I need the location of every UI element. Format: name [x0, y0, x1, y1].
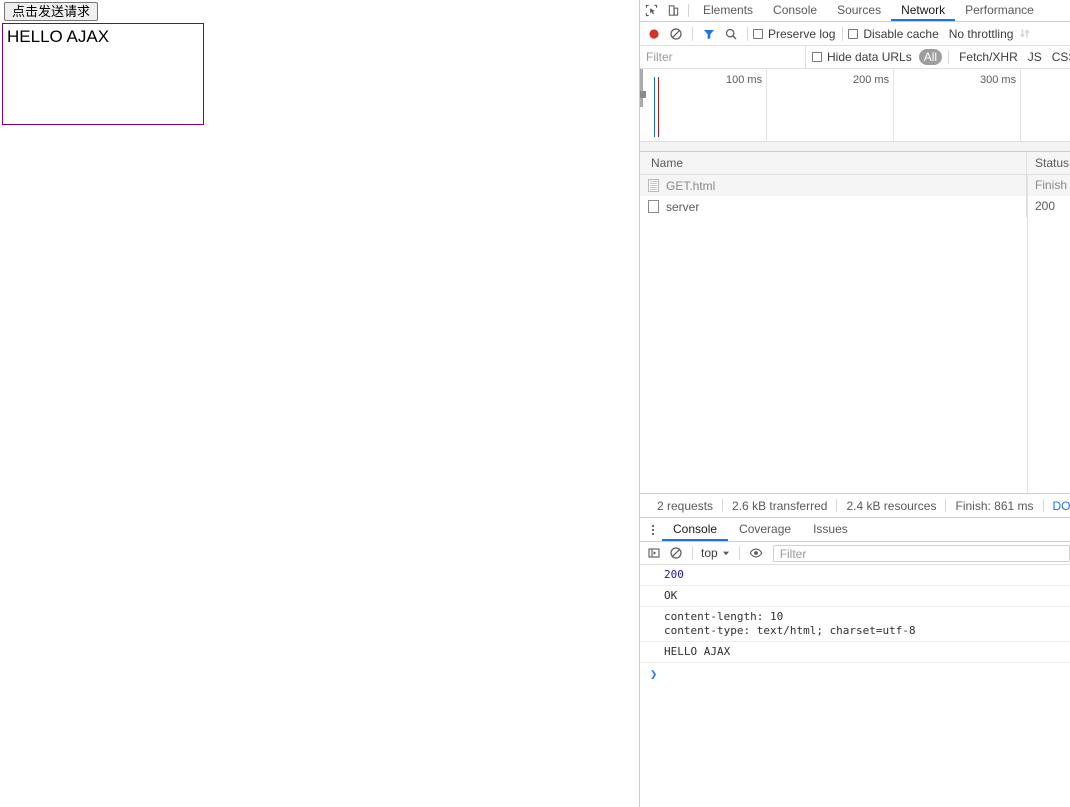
- network-conditions-icon[interactable]: [1013, 23, 1035, 45]
- disable-cache-box: [848, 28, 859, 39]
- filter-chip-js[interactable]: JS: [1023, 50, 1047, 64]
- filter-chip-css[interactable]: CSS: [1047, 50, 1070, 64]
- finish-time: Finish: 861 ms: [955, 498, 1034, 513]
- drawer-tab-coverage[interactable]: Coverage: [728, 518, 802, 541]
- clear-console-icon[interactable]: [665, 542, 687, 564]
- hide-data-urls-box[interactable]: [812, 52, 822, 62]
- tab-network[interactable]: Network: [891, 0, 956, 21]
- filter-chip-all[interactable]: All: [918, 49, 943, 65]
- tab-sources[interactable]: Sources: [827, 0, 891, 21]
- requests-table-header: Name Status: [640, 152, 1070, 175]
- request-status-cell: Finish: [1035, 178, 1068, 192]
- web-page: 点击发送请求 HELLO AJAX: [0, 0, 639, 807]
- request-status-cell: 200: [1035, 199, 1056, 213]
- console-output: 200 OK content-length: 10 content-type: …: [640, 565, 1070, 685]
- devtools-panel: Elements Console Sources Network Perform…: [639, 0, 1070, 807]
- drawer-tabstrip: Console Coverage Issues: [640, 518, 1070, 542]
- console-message: OK: [640, 586, 1070, 607]
- record-button[interactable]: [643, 23, 665, 45]
- screen: 点击发送请求 HELLO AJAX Elements Console Sourc…: [0, 0, 1070, 807]
- more-options-icon[interactable]: [644, 518, 662, 541]
- execution-context-select[interactable]: top: [698, 546, 734, 560]
- tab-elements[interactable]: Elements: [693, 0, 763, 21]
- blank-document-icon: [648, 200, 659, 213]
- request-name-text: GET.html: [666, 178, 716, 193]
- search-icon[interactable]: [720, 23, 742, 45]
- console-message: content-length: 10 content-type: text/ht…: [640, 607, 1070, 642]
- requests-count: 2 requests: [657, 498, 714, 513]
- network-toolbar: Preserve log Disable cache No throttling: [640, 22, 1070, 46]
- devtools-drawer: Console Coverage Issues top Filter 200 O…: [640, 518, 1070, 685]
- transferred-size: 2.6 kB transferred: [732, 498, 828, 513]
- eye-icon[interactable]: [745, 542, 767, 564]
- disable-cache-label: Disable cache: [863, 26, 939, 41]
- request-name-text: server: [666, 199, 700, 214]
- requests-table: Name Status GET.html Finish server 200: [640, 152, 1070, 493]
- network-filter-row: Filter Hide data URLs All Fetch/XHR JS C…: [640, 46, 1070, 69]
- ruler-tick-300ms: 300 ms: [980, 74, 1017, 86]
- preserve-log-label: Preserve log: [768, 26, 836, 41]
- console-divider-1: [692, 546, 693, 560]
- table-row[interactable]: server 200: [640, 196, 1070, 217]
- preserve-log-checkbox[interactable]: Preserve log: [753, 27, 835, 41]
- inspect-element-icon[interactable]: [640, 0, 662, 21]
- devtools-tabstrip: Elements Console Sources Network Perform…: [640, 0, 1070, 22]
- overview-scrollbar[interactable]: [640, 141, 1070, 151]
- load-event-line: [658, 77, 659, 137]
- console-message: 200: [640, 565, 1070, 586]
- result-text: HELLO AJAX: [7, 27, 110, 46]
- tab-performance[interactable]: Performance: [955, 0, 1044, 21]
- console-toolbar: top Filter: [640, 542, 1070, 565]
- console-message: HELLO AJAX: [640, 642, 1070, 663]
- clear-button[interactable]: [665, 23, 687, 45]
- preserve-log-box: [753, 28, 763, 39]
- network-overview[interactable]: 100 ms 200 ms 300 ms: [640, 69, 1070, 152]
- toolbar-divider-1: [692, 26, 693, 41]
- requests-column-divider[interactable]: [1027, 174, 1028, 493]
- console-filter-input[interactable]: Filter: [772, 544, 1070, 562]
- document-icon: [648, 179, 659, 192]
- console-sidebar-icon[interactable]: [643, 542, 665, 564]
- column-header-name[interactable]: Name: [640, 152, 1027, 174]
- disable-cache-checkbox[interactable]: Disable cache: [848, 26, 939, 41]
- tabstrip-divider: [688, 4, 689, 17]
- ruler-tick-200ms: 200 ms: [853, 74, 890, 86]
- column-header-status[interactable]: Status: [1027, 152, 1070, 174]
- console-prompt[interactable]: ❯: [640, 663, 1070, 685]
- network-filter-input[interactable]: Filter: [640, 46, 806, 68]
- console-divider-2: [738, 546, 740, 560]
- request-name-cell: GET.html: [640, 175, 1027, 196]
- toolbar-divider-2: [747, 26, 748, 41]
- tab-console[interactable]: Console: [763, 0, 827, 21]
- device-toolbar-icon[interactable]: [662, 0, 684, 21]
- request-name-cell: server: [640, 196, 1027, 217]
- ruler-tick-100ms: 100 ms: [726, 74, 763, 86]
- drawer-tab-console[interactable]: Console: [662, 518, 729, 541]
- send-request-button[interactable]: 点击发送请求: [4, 2, 99, 21]
- resources-size: 2.4 kB resources: [846, 498, 937, 513]
- filter-chip-fetch-xhr[interactable]: Fetch/XHR: [954, 50, 1023, 64]
- drawer-tab-issues[interactable]: Issues: [802, 518, 859, 541]
- filter-divider: [948, 50, 950, 64]
- dom-content-loaded-time: DOMC: [1052, 498, 1070, 513]
- dom-content-loaded-line: [654, 77, 655, 137]
- toolbar-divider-3: [842, 26, 844, 41]
- filter-icon[interactable]: [698, 23, 720, 45]
- table-row[interactable]: GET.html Finish: [640, 175, 1070, 196]
- network-status-bar: 2 requests 2.6 kB transferred 2.4 kB res…: [640, 493, 1070, 518]
- result-box: HELLO AJAX: [2, 23, 204, 125]
- hide-data-urls-label: Hide data URLs: [827, 50, 912, 64]
- throttling-select[interactable]: No throttling: [949, 27, 1014, 41]
- execution-context-label: top: [701, 546, 718, 560]
- filter-types: Hide data URLs All Fetch/XHR JS CSS: [806, 46, 1070, 68]
